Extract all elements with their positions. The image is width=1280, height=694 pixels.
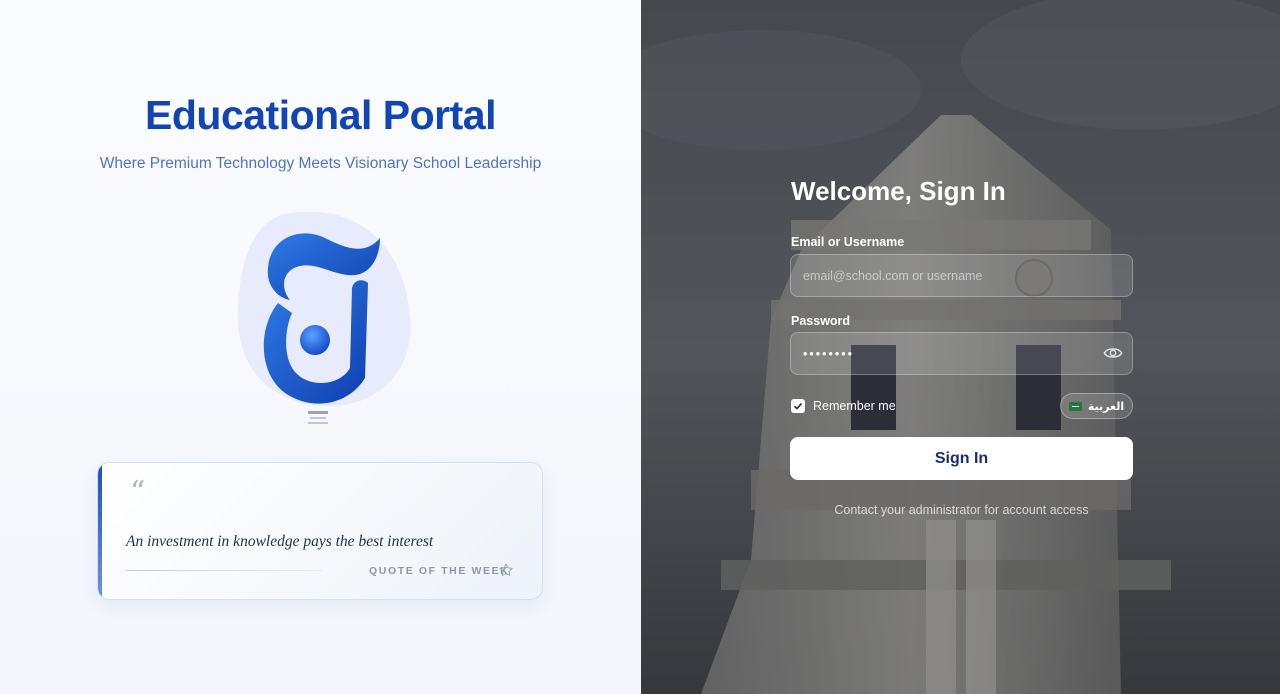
remember-me-label: Remember me — [813, 399, 896, 413]
school-logo-icon — [237, 211, 411, 424]
quote-card: “ An investment in knowledge pays the be… — [97, 462, 543, 600]
quote-text: An investment in knowledge pays the best… — [126, 533, 434, 550]
quote-mark-icon: “ — [130, 475, 146, 510]
branding-panel: Educational Portal Where Premium Technol… — [0, 0, 641, 694]
email-label: Email or Username — [791, 235, 905, 249]
remember-me-checkbox[interactable]: Remember me — [791, 399, 896, 413]
page-title: Educational Portal — [145, 92, 496, 138]
email-field[interactable] — [790, 254, 1133, 297]
language-label: العربية — [1087, 399, 1125, 413]
signin-heading: Welcome, Sign In — [791, 176, 1006, 206]
sign-in-button[interactable]: Sign In — [790, 437, 1133, 480]
language-toggle-button[interactable]: العربية — [1060, 393, 1133, 419]
password-field[interactable] — [790, 332, 1133, 375]
contact-admin-text: Contact your administrator for account a… — [834, 503, 1089, 517]
star-icon[interactable] — [498, 562, 514, 578]
quote-label: QUOTE OF THE WEEK — [369, 565, 510, 577]
checkbox-checked-icon[interactable] — [791, 399, 805, 413]
signin-panel: Welcome, Sign In Email or Username Passw… — [641, 0, 1280, 694]
saudi-flag-icon — [1068, 401, 1082, 411]
quote-divider — [126, 570, 322, 571]
password-label: Password — [791, 314, 851, 328]
eye-icon[interactable] — [1103, 345, 1123, 361]
page-subtitle: Where Premium Technology Meets Visionary… — [99, 155, 542, 172]
